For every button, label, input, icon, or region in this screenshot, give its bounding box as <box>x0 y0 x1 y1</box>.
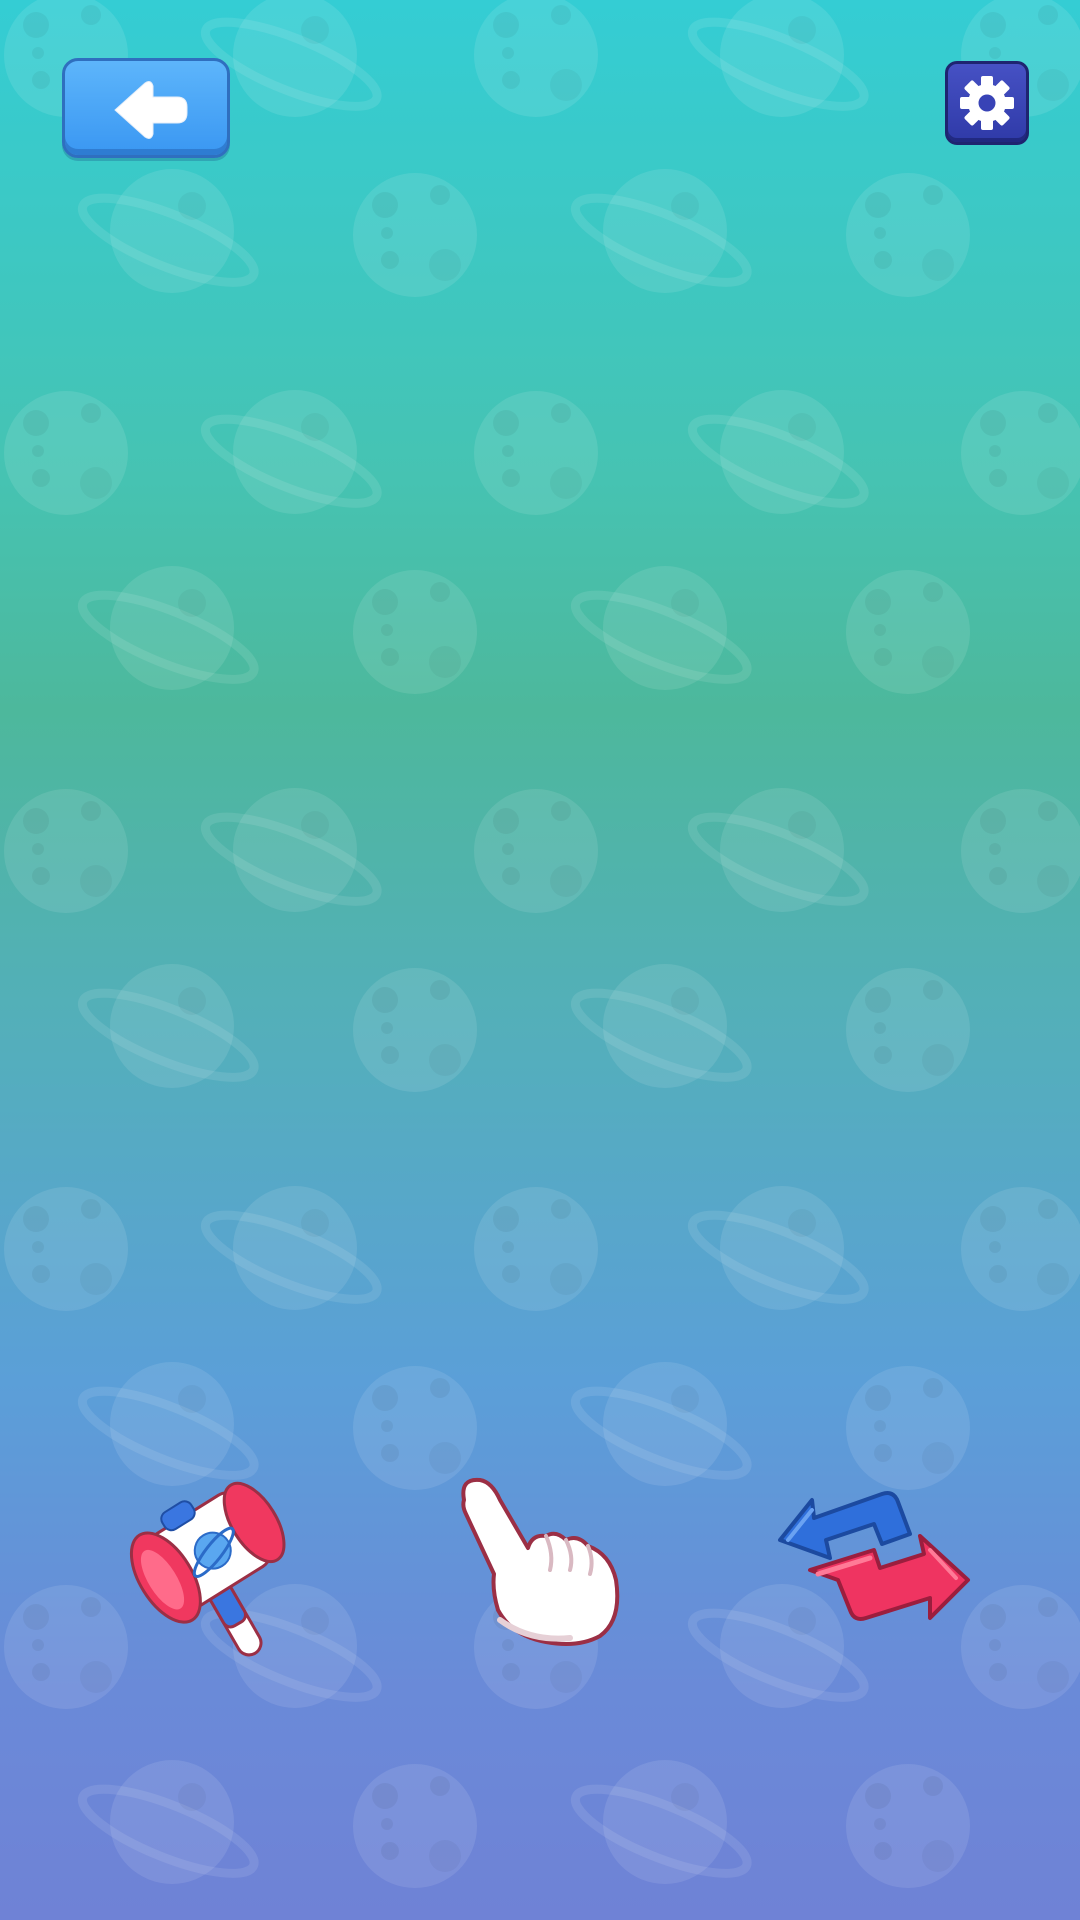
pattern-row-3 <box>4 390 1080 520</box>
back-button[interactable] <box>62 58 230 158</box>
swap-tool-button[interactable] <box>770 1470 980 1640</box>
tap-tool-button[interactable] <box>450 1470 630 1650</box>
pattern-row-6 <box>73 964 970 1094</box>
swap-arrows-icon <box>778 1491 970 1621</box>
pattern-row-2 <box>73 169 970 299</box>
arrow-left-icon <box>114 81 188 139</box>
hammer-icon <box>129 1481 286 1657</box>
pointing-hand-icon <box>461 1477 620 1646</box>
pattern-row-4 <box>73 566 970 696</box>
pattern-row-7 <box>4 1186 1080 1316</box>
gear-icon <box>960 76 1014 130</box>
settings-button[interactable] <box>945 61 1029 145</box>
hammer-tool-button[interactable] <box>120 1460 300 1660</box>
pattern-row-10 <box>73 1760 970 1890</box>
pattern-row-5 <box>4 788 1080 918</box>
